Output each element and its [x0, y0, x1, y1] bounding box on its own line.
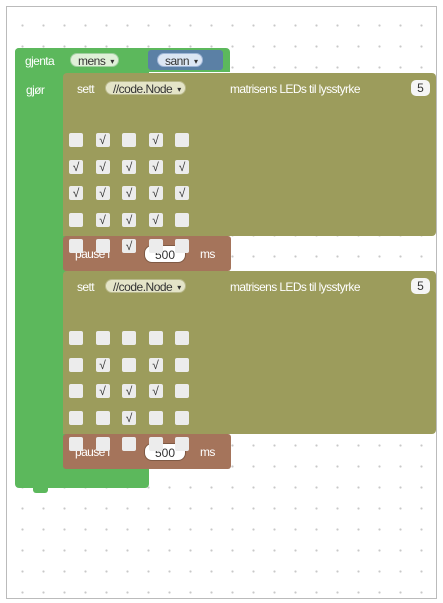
check-icon: √	[125, 159, 133, 174]
check-icon: √	[99, 159, 106, 174]
check-icon: √	[152, 133, 159, 147]
led-cell[interactable]: √	[95, 133, 110, 147]
led-cell[interactable]: √	[95, 357, 110, 372]
led-cell[interactable]	[69, 331, 83, 345]
led-cell[interactable]: √	[175, 186, 189, 200]
pause-unit: ms	[200, 445, 215, 459]
led-cell[interactable]	[69, 212, 83, 227]
node-value: //code.Node	[113, 82, 173, 96]
check-icon: √	[99, 384, 106, 398]
pause-unit: ms	[200, 247, 215, 261]
led-cell[interactable]	[175, 133, 189, 147]
repeat-keyword: gjenta	[25, 54, 55, 68]
check-icon: √	[125, 186, 133, 200]
led-cell[interactable]	[175, 384, 189, 398]
check-icon: √	[125, 410, 133, 425]
led-cell[interactable]: √	[148, 212, 163, 227]
led-cell[interactable]	[122, 331, 136, 345]
check-icon: √	[72, 159, 80, 174]
brightness-field[interactable]: 5	[411, 80, 430, 96]
chevron-down-icon: ▾	[177, 85, 181, 94]
check-icon: √	[152, 159, 159, 174]
check-icon: √	[72, 186, 80, 200]
led-cell[interactable]: √	[69, 159, 83, 174]
led-cell[interactable]	[69, 133, 83, 147]
led-cell[interactable]	[122, 133, 136, 147]
led-cell[interactable]: √	[148, 133, 163, 147]
led-cell[interactable]: √	[69, 186, 83, 200]
chevron-down-icon: ▾	[194, 57, 198, 66]
led-cell[interactable]	[148, 331, 163, 345]
led-cell[interactable]: √	[148, 159, 163, 174]
led-cell[interactable]: √	[122, 186, 136, 200]
led-cell[interactable]	[175, 212, 189, 227]
led-cell[interactable]	[175, 410, 189, 425]
set-label: sett	[77, 280, 95, 294]
led-cell[interactable]	[95, 437, 110, 451]
led-cell[interactable]: √	[122, 239, 136, 253]
led-cell[interactable]: √	[122, 212, 136, 227]
check-icon: √	[152, 384, 159, 398]
check-icon: √	[152, 186, 159, 200]
do-keyword: gjør	[26, 83, 45, 97]
set-led-matrix-block[interactable]	[63, 271, 436, 434]
led-cell[interactable]: √	[95, 159, 110, 174]
led-cell[interactable]: √	[148, 384, 163, 398]
loop-mode-value: mens	[78, 54, 106, 68]
led-cell[interactable]: √	[122, 384, 136, 398]
chevron-down-icon: ▾	[110, 57, 114, 66]
led-cell[interactable]	[69, 384, 83, 398]
led-cell[interactable]	[69, 239, 83, 253]
led-cell[interactable]	[69, 357, 83, 372]
led-cell[interactable]	[95, 410, 110, 425]
chevron-down-icon: ▾	[177, 283, 181, 292]
check-icon: √	[125, 384, 133, 398]
led-cell[interactable]: √	[122, 410, 136, 425]
led-cell[interactable]	[122, 437, 136, 451]
led-cell[interactable]	[69, 410, 83, 425]
check-icon: √	[99, 186, 106, 200]
led-cell[interactable]: √	[95, 212, 110, 227]
boolean-value-dropdown[interactable]: sann ▾	[157, 53, 203, 68]
led-cell[interactable]: √	[122, 159, 136, 174]
led-cell[interactable]	[175, 357, 189, 372]
check-icon: √	[125, 239, 133, 253]
brightness-field[interactable]: 5	[411, 278, 430, 294]
node-dropdown[interactable]: //code.Node ▾	[105, 81, 186, 96]
set-led-matrix-block[interactable]	[63, 73, 436, 236]
led-cell[interactable]: √	[148, 186, 163, 200]
brightness-label: matrisens LEDs til lysstyrke	[230, 280, 361, 294]
brightness-label: matrisens LEDs til lysstyrke	[230, 82, 361, 96]
led-cell[interactable]: √	[148, 357, 163, 372]
led-cell[interactable]: √	[95, 384, 110, 398]
led-cell[interactable]	[69, 437, 83, 451]
check-icon: √	[152, 357, 159, 372]
led-cell[interactable]	[95, 331, 110, 345]
check-icon: √	[152, 212, 159, 227]
led-cell[interactable]	[148, 437, 163, 451]
led-cell[interactable]	[175, 437, 189, 451]
check-icon: √	[178, 186, 186, 200]
set-label: sett	[77, 82, 95, 96]
node-dropdown[interactable]: //code.Node ▾	[105, 279, 186, 294]
workspace-canvas[interactable]: gjenta mens ▾ sann ▾ gjør sett //code.Node…	[6, 6, 437, 599]
loop-bottom-notch	[33, 487, 48, 493]
led-cell[interactable]	[148, 239, 163, 253]
boolean-value: sann	[165, 54, 190, 68]
check-icon: √	[99, 212, 106, 227]
led-cell[interactable]: √	[95, 186, 110, 200]
check-icon: √	[125, 212, 133, 227]
led-cell[interactable]	[175, 239, 189, 253]
led-cell[interactable]	[95, 239, 110, 253]
led-cell[interactable]	[175, 331, 189, 345]
loop-mode-dropdown[interactable]: mens ▾	[70, 53, 119, 68]
led-cell[interactable]	[122, 357, 136, 372]
led-cell[interactable]: √	[175, 159, 189, 174]
check-icon: √	[99, 133, 106, 147]
check-icon: √	[99, 357, 106, 372]
led-cell[interactable]	[148, 410, 163, 425]
check-icon: √	[178, 159, 186, 174]
node-value: //code.Node	[113, 280, 173, 294]
